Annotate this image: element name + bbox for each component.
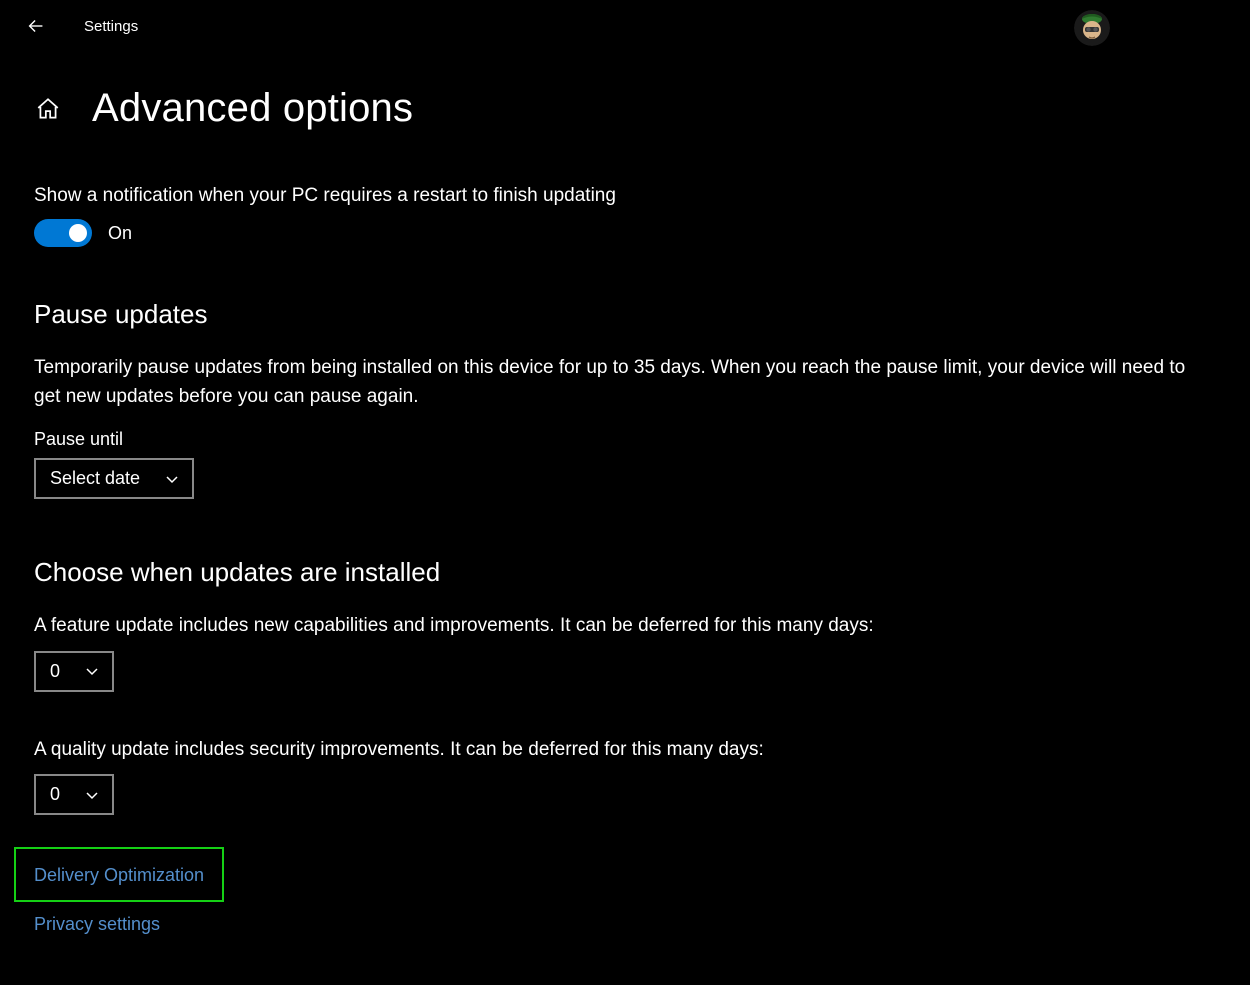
avatar[interactable] xyxy=(1074,10,1110,46)
chevron-down-icon xyxy=(164,471,180,487)
privacy-settings-link[interactable]: Privacy settings xyxy=(34,914,1216,935)
notification-label: Show a notification when your PC require… xyxy=(34,185,1216,207)
pause-until-dropdown[interactable]: Select date xyxy=(34,458,194,499)
pause-description: Temporarily pause updates from being ins… xyxy=(34,354,1214,411)
feature-defer-value: 0 xyxy=(50,661,60,682)
quality-update-label: A quality update includes security impro… xyxy=(34,736,1214,765)
pause-until-label: Pause until xyxy=(34,429,1216,450)
chevron-down-icon xyxy=(84,663,100,679)
notification-toggle-state: On xyxy=(108,223,132,244)
app-title: Settings xyxy=(84,18,138,35)
pause-until-value: Select date xyxy=(50,468,140,489)
chevron-down-icon xyxy=(84,787,100,803)
feature-defer-dropdown[interactable]: 0 xyxy=(34,651,114,692)
notification-toggle[interactable] xyxy=(34,219,92,247)
quality-defer-value: 0 xyxy=(50,784,60,805)
delivery-optimization-link[interactable]: Delivery Optimization xyxy=(34,865,204,886)
delivery-optimization-highlight: Delivery Optimization xyxy=(14,847,224,902)
pause-heading: Pause updates xyxy=(34,299,1216,330)
quality-defer-dropdown[interactable]: 0 xyxy=(34,774,114,815)
home-icon[interactable] xyxy=(34,95,62,123)
choose-heading: Choose when updates are installed xyxy=(34,557,1216,588)
feature-update-label: A feature update includes new capabiliti… xyxy=(34,612,1214,641)
page-title: Advanced options xyxy=(92,86,413,131)
back-button[interactable] xyxy=(24,14,48,38)
